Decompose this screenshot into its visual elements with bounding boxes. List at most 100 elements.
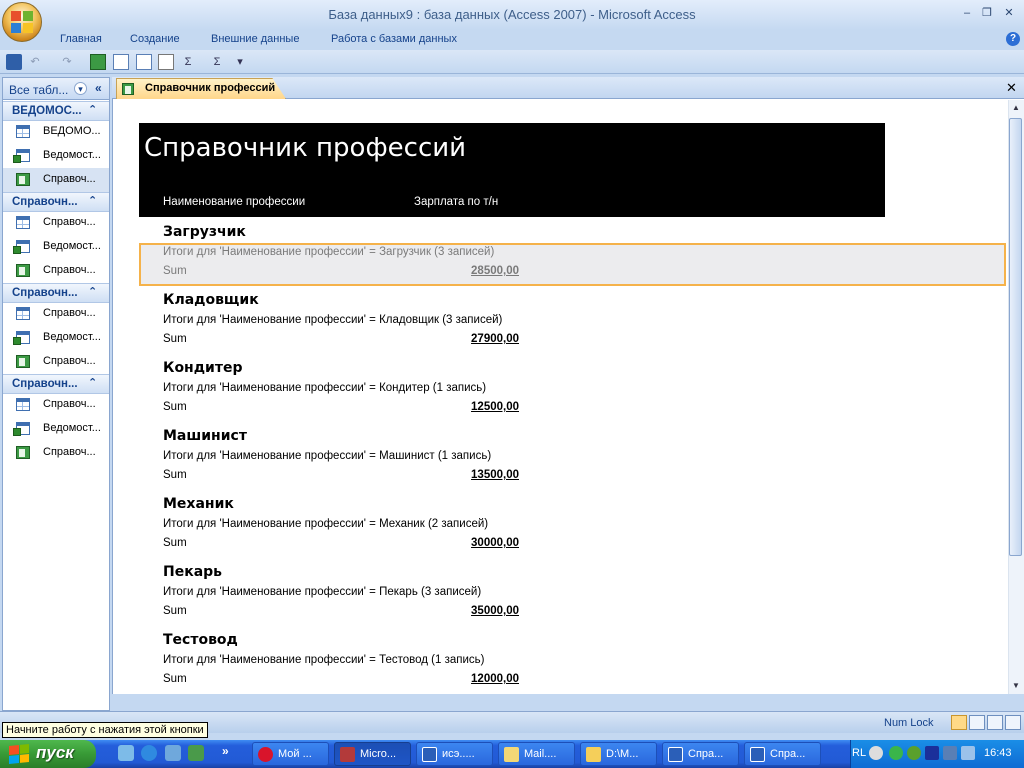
nav-item[interactable]: Справоч... <box>3 302 109 326</box>
taskbar-button-word-3[interactable]: Спра... <box>744 742 821 766</box>
folder-icon <box>586 747 601 762</box>
nav-group-3[interactable]: Справочн... ⌃ <box>3 283 109 303</box>
print-preview-button[interactable] <box>969 715 985 730</box>
nav-item[interactable]: Справоч... <box>3 211 109 235</box>
tray-back-icon[interactable] <box>869 746 883 760</box>
nav-item[interactable]: Ведомост... <box>3 417 109 441</box>
report-view-icon[interactable] <box>90 54 106 70</box>
group-name: Пекарь <box>163 564 223 580</box>
nav-group-1[interactable]: ВЕДОМОС... ⌃ <box>3 101 109 121</box>
group-name: Кладовщик <box>163 292 259 308</box>
design-view-button[interactable] <box>1005 715 1021 730</box>
sum-label: Sum <box>163 333 187 345</box>
tab-home[interactable]: Главная <box>60 33 102 45</box>
scroll-down-icon[interactable]: ▼ <box>1010 681 1022 693</box>
taskbar-button-opera[interactable]: Мой ... <box>252 742 329 766</box>
sum-value: 35000,00 <box>471 605 519 617</box>
collapse-nav-icon[interactable]: « <box>95 81 102 95</box>
nav-item[interactable]: ВЕДОМО... <box>3 120 109 144</box>
nav-item[interactable]: Справоч... <box>3 350 109 374</box>
restore-button[interactable]: ❐ <box>976 5 998 21</box>
chevron-up-icon[interactable]: ⌃ <box>88 285 97 298</box>
tray-volume-icon[interactable] <box>961 746 975 760</box>
nav-group-4[interactable]: Справочн... ⌃ <box>3 374 109 394</box>
nav-item[interactable]: Ведомост... <box>3 326 109 350</box>
language-indicator[interactable]: RL <box>852 747 866 759</box>
nav-item-label: ВЕДОМО... <box>43 125 101 137</box>
taskbar-button-mail[interactable]: Mail.... <box>498 742 575 766</box>
sum-label: Sum <box>163 673 187 685</box>
office-button[interactable] <box>2 2 42 42</box>
help-icon[interactable]: ? <box>1006 32 1020 46</box>
sum-value: 30000,00 <box>471 537 519 549</box>
tab-external-data[interactable]: Внешние данные <box>211 33 299 45</box>
customize-qat-icon[interactable]: ▾ <box>232 54 248 70</box>
taskbar-button-label: Mail.... <box>524 748 557 760</box>
nav-item-selected[interactable]: Справоч... <box>3 168 109 192</box>
nav-pane-header[interactable]: Все табл... ▾ « <box>3 78 109 100</box>
tray-player-icon[interactable] <box>925 746 939 760</box>
redo-icon[interactable]: ↷ <box>59 54 75 70</box>
nav-item[interactable]: Справоч... <box>3 259 109 283</box>
tray-green-icon[interactable] <box>889 746 903 760</box>
query-icon <box>13 240 30 254</box>
tray-network-icon[interactable] <box>943 746 957 760</box>
sum-label: Sum <box>163 469 187 481</box>
show-desktop-icon[interactable] <box>118 745 134 761</box>
num-lock-indicator: Num Lock <box>884 717 934 729</box>
nav-item-label: Справоч... <box>43 307 96 319</box>
windows-flag-icon <box>9 743 29 765</box>
scrollbar-thumb[interactable] <box>1009 118 1022 556</box>
tab-report-professions[interactable]: Справочник профессий <box>116 78 286 99</box>
group-summary: Итоги для 'Наименование профессии' = Заг… <box>163 246 495 258</box>
minimize-button[interactable]: – <box>956 5 978 21</box>
sum-label: Sum <box>163 265 187 277</box>
taskbar-button-label: Спра... <box>688 748 724 760</box>
browser-icon[interactable] <box>141 745 157 761</box>
nav-group-label: ВЕДОМОС... <box>12 105 82 117</box>
group-name: Машинист <box>163 428 247 444</box>
layout-view-button[interactable] <box>987 715 1003 730</box>
messenger-icon[interactable] <box>165 745 181 761</box>
nav-item[interactable]: Ведомост... <box>3 144 109 168</box>
close-window-button[interactable]: ✕ <box>998 5 1020 21</box>
close-document-icon[interactable]: ✕ <box>1006 80 1017 96</box>
taskbar-button-word-1[interactable]: исэ..... <box>416 742 493 766</box>
column-header-name: Наименование профессии <box>163 196 306 208</box>
nav-dropdown-icon[interactable]: ▾ <box>74 82 87 95</box>
quicklaunch-chevron-icon[interactable]: » <box>222 744 229 758</box>
nav-item[interactable]: Справоч... <box>3 393 109 417</box>
layout-view-icon[interactable] <box>113 54 129 70</box>
group-name: Тестовод <box>163 632 238 648</box>
nav-item-label: Справоч... <box>43 264 96 276</box>
taskbar-button-label: Micro... <box>360 748 397 760</box>
quicklaunch-app-icon[interactable] <box>188 745 204 761</box>
chevron-up-icon[interactable]: ⌃ <box>88 194 97 207</box>
save-icon[interactable] <box>6 54 22 70</box>
scroll-up-icon[interactable]: ▲ <box>1010 103 1022 115</box>
undo-icon[interactable]: ↶ <box>27 54 43 70</box>
tray-antivirus-icon[interactable] <box>907 746 921 760</box>
taskbar-button-word-2[interactable]: Спра... <box>662 742 739 766</box>
taskbar-button-folder[interactable]: D:\М... <box>580 742 657 766</box>
taskbar-button-label: Мой ... <box>278 748 312 760</box>
nav-group-2[interactable]: Справочн... ⌃ <box>3 192 109 212</box>
taskbar-button-label: исэ..... <box>442 748 475 760</box>
design-view-icon[interactable] <box>136 54 152 70</box>
tab-create[interactable]: Создание <box>130 33 180 45</box>
nav-item[interactable]: Справоч... <box>3 441 109 465</box>
chevron-up-icon[interactable]: ⌃ <box>88 103 97 116</box>
nav-item[interactable]: Ведомост... <box>3 235 109 259</box>
group-summary: Итоги для 'Наименование профессии' = Мех… <box>163 518 489 530</box>
sum-value: 12000,00 <box>471 673 519 685</box>
sum-alt-icon[interactable]: Σ <box>209 54 225 70</box>
mail-icon <box>504 747 519 762</box>
chevron-up-icon[interactable]: ⌃ <box>88 376 97 389</box>
sum-label: Sum <box>163 605 187 617</box>
start-button[interactable]: пуск <box>0 740 96 768</box>
report-view-button[interactable] <box>951 715 967 730</box>
new-document-icon[interactable] <box>158 54 174 70</box>
sum-icon[interactable]: Σ <box>180 54 196 70</box>
taskbar-button-access[interactable]: Micro... <box>334 742 411 766</box>
tab-database-tools[interactable]: Работа с базами данных <box>331 33 457 45</box>
